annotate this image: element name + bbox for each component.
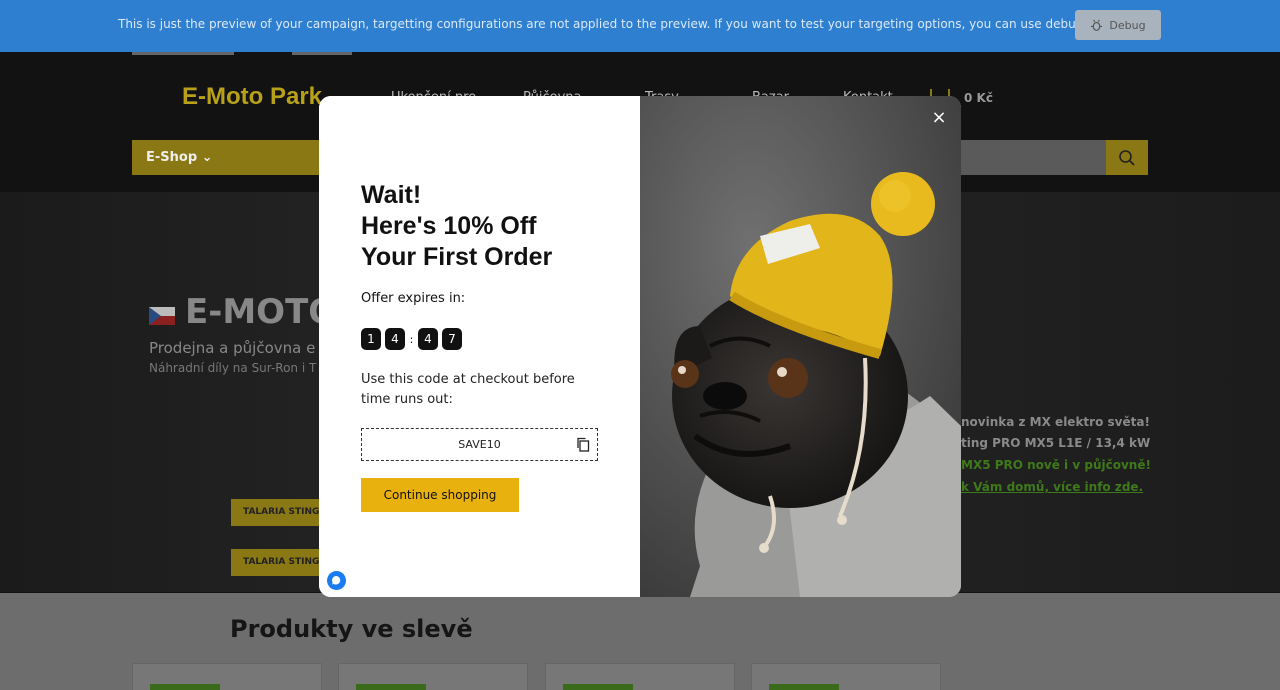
product-card[interactable] [751, 663, 941, 690]
headline-line: Here's 10% Off [361, 212, 537, 240]
site-logo[interactable]: E-Moto Park [182, 83, 322, 111]
hero-product-button[interactable]: TALARIA STING PRO [231, 499, 321, 526]
continue-shopping-button[interactable]: Continue shopping [361, 478, 519, 512]
hero-promo-line: MX5 PRO nově i v půjčovně! [961, 458, 1151, 472]
pug-in-yellow-hat-image [640, 96, 961, 597]
timer-digit: 4 [385, 328, 405, 350]
product-card[interactable] [338, 663, 528, 690]
headline-line: Wait! [361, 181, 422, 209]
timer-digit: 7 [442, 328, 462, 350]
preview-banner-text: This is just the preview of your campaig… [118, 17, 1125, 31]
products-title: Produkty ve slevě [230, 615, 473, 643]
search-icon [1119, 149, 1135, 166]
nav-underline [292, 52, 352, 55]
hero-promo-line: ting PRO MX5 L1E / 13,4 kW [961, 436, 1151, 450]
debug-button-label: Debug [1109, 18, 1146, 32]
eshop-menu-button[interactable]: E-Shop ⌄ [132, 140, 322, 175]
discount-popup: Wait! Here's 10% Off Your First Order Of… [319, 96, 961, 597]
copy-icon[interactable] [576, 437, 590, 452]
price-tag [769, 684, 839, 690]
coupon-instructions: Use this code at checkout before time ru… [361, 372, 575, 407]
price-tag [563, 684, 633, 690]
price-tag [356, 684, 426, 690]
search-input[interactable] [960, 140, 1106, 175]
nav-underline [132, 52, 234, 55]
offer-expires-label: Offer expires in: [361, 291, 466, 306]
preview-banner: This is just the preview of your campaig… [0, 0, 1280, 52]
hero-subtitle-secondary: Náhradní díly na Sur-Ron i T [149, 361, 317, 375]
close-icon[interactable]: × [931, 109, 947, 127]
popup-content: Wait! Here's 10% Off Your First Order Of… [319, 96, 640, 597]
bug-icon [1091, 19, 1103, 31]
popup-headline: Wait! Here's 10% Off Your First Order [361, 180, 611, 273]
hero-promo-link[interactable]: k Vám domů, více info zde. [961, 480, 1143, 494]
cart-total[interactable]: 0 Kč [964, 91, 993, 105]
hero-promo-line: novinka z MX elektro světa! [961, 415, 1150, 429]
coupon-code-box[interactable]: SAVE10 [361, 428, 598, 461]
popup-image: × [640, 96, 961, 597]
czech-flag-icon [149, 307, 175, 325]
search-button[interactable] [1106, 140, 1148, 175]
debug-button[interactable]: Debug [1075, 10, 1161, 40]
timer-digit: 4 [418, 328, 438, 350]
product-card[interactable] [545, 663, 735, 690]
coupon-code: SAVE10 [458, 438, 501, 451]
hero-title: E-MOTO [185, 292, 338, 332]
timer-separator: : [409, 332, 414, 346]
hero-product-button[interactable]: TALARIA STING PRO [231, 549, 321, 576]
countdown-timer: 1 4 : 4 7 [361, 328, 462, 350]
price-tag [150, 684, 220, 690]
timer-digit: 1 [361, 328, 381, 350]
product-card[interactable] [132, 663, 322, 690]
chat-bubble-icon[interactable] [327, 571, 346, 590]
headline-line: Your First Order [361, 243, 553, 271]
products-section: Produkty ve slevě [0, 593, 1280, 690]
hero-subtitle: Prodejna a půjčovna e [149, 339, 316, 357]
